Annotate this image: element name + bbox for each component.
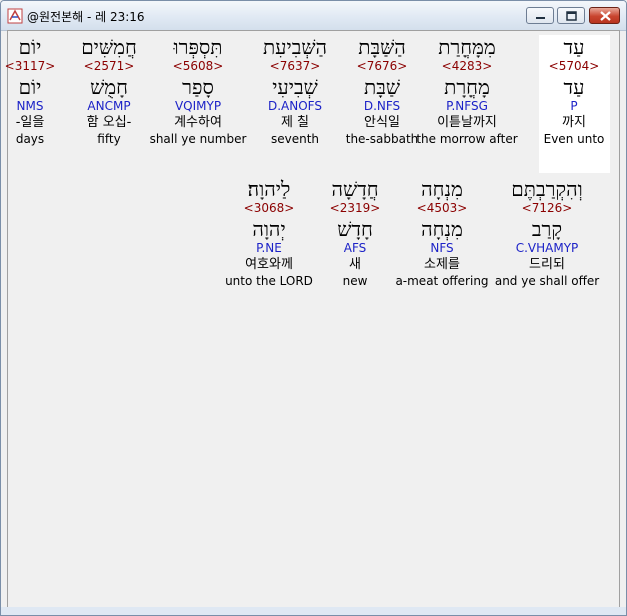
korean-gloss: 드리되	[529, 257, 565, 272]
english-gloss: Even unto	[543, 132, 605, 146]
window-title: @원전본해 - 레 23:16	[27, 10, 145, 24]
lemma-word: שְׁבִיעִי	[272, 75, 318, 99]
minimize-icon	[536, 17, 545, 19]
parsing-code: NMS	[16, 99, 44, 113]
hebrew-word: לַיהוָה׃	[247, 177, 291, 201]
maximize-button[interactable]	[557, 7, 585, 24]
verse-panel: עַד <5704> עַד P 까지 Even unto מִמָּחֳרַת <4283>…	[5, 30, 620, 609]
strong-number-link[interactable]: <7637>	[240, 59, 350, 75]
lemma-word: קָרַב	[531, 217, 563, 241]
hebrew-word: עַד	[563, 35, 585, 59]
english-gloss: and ye shall offer	[494, 274, 600, 288]
lemma-word: יְהוָה	[252, 217, 286, 241]
hebrew-word: יוֹם	[18, 35, 42, 59]
lemma-word: עַד	[563, 75, 585, 99]
close-button[interactable]	[589, 7, 620, 24]
close-icon	[600, 11, 611, 21]
korean-gloss: 여호와께	[245, 257, 293, 272]
hebrew-word: וְהִקְרַבְתֶּם	[511, 177, 583, 201]
app-window: @원전본해 - 레 23:16 עַד <5704> עַד P 까지 Even unto…	[0, 0, 627, 616]
word-cell[interactable]: יוֹם <3117> יוֹם NMS -일을 days	[1, 35, 85, 146]
korean-gloss: 까지	[562, 115, 586, 130]
korean-gloss: 제 칠	[280, 115, 310, 130]
strong-number-link[interactable]: <3117>	[1, 59, 85, 75]
parsing-code: C.VHAMYP	[515, 241, 579, 255]
word-cell[interactable]: לַיהוָה׃ <3068> יְהוָה P.NE 여호와께 unto the LOR…	[214, 177, 324, 288]
word-cell[interactable]: עַד <5704> עַד P 까지 Even unto	[538, 35, 610, 173]
word-cell[interactable]: הַשְּׁבִיעִת <7637> שְׁבִיעִי D.ANOFS 제 칠 sev…	[240, 35, 350, 146]
app-icon	[7, 8, 23, 24]
korean-gloss: -일을	[15, 115, 45, 130]
minimize-button[interactable]	[526, 7, 554, 24]
window-bottom-border	[1, 607, 626, 615]
english-gloss: seventh	[270, 132, 320, 146]
strong-number-link[interactable]: <3068>	[214, 201, 324, 217]
parsing-code: D.ANOFS	[268, 99, 322, 113]
lemma-word: יוֹם	[18, 75, 42, 99]
parsing-code: P.NE	[256, 241, 282, 255]
title-bar[interactable]: @원전본해 - 레 23:16	[1, 1, 626, 31]
strong-number-link[interactable]: <5704>	[539, 59, 610, 75]
english-gloss: unto the LORD	[225, 274, 313, 288]
maximize-icon	[566, 11, 577, 21]
strong-number-link[interactable]: <7126>	[492, 201, 602, 217]
parsing-code: P	[570, 99, 578, 113]
hebrew-word: הַשְּׁבִיעִת	[262, 35, 328, 59]
word-cell[interactable]: וְהִקְרַבְתֶּם <7126> קָרַב C.VHAMYP 드리되 and …	[492, 177, 602, 288]
english-gloss: days	[15, 132, 45, 146]
